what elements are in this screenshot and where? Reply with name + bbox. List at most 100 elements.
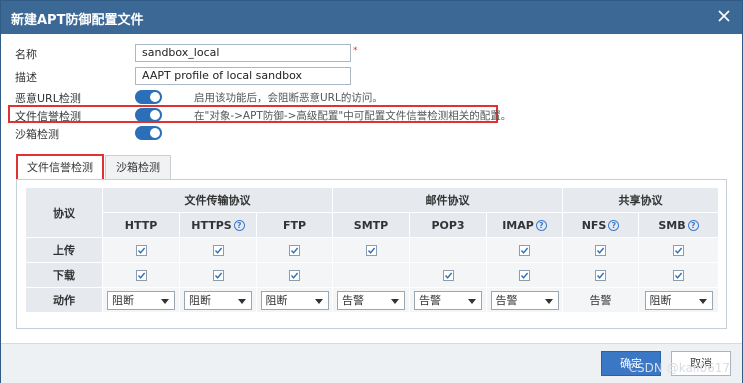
upload-cell-nfs xyxy=(562,237,640,263)
column-label: SMTP xyxy=(353,218,389,232)
upload-cell-imap xyxy=(486,237,564,263)
name-input[interactable]: sandbox_local xyxy=(135,44,351,62)
action-cell-https: 阻断 xyxy=(179,287,257,313)
checkbox[interactable] xyxy=(135,245,147,256)
download-cell-imap xyxy=(486,262,564,288)
upload-cell-http xyxy=(102,237,180,263)
action-select-value: 告警 xyxy=(495,293,518,307)
action-select-value: 告警 xyxy=(419,293,442,307)
dialog-title: 新建APT防御配置文件 xyxy=(11,13,144,28)
download-cell-smb xyxy=(638,262,720,288)
column-label: IMAP xyxy=(502,218,534,232)
toggle-knob xyxy=(150,92,160,102)
checkbox[interactable] xyxy=(212,270,224,281)
upload-cell-smtp xyxy=(332,237,411,263)
upload-cell-pop3 xyxy=(409,237,488,263)
chevron-down-icon xyxy=(468,298,477,304)
malicious-url-hint: 启用该功能后，会阻断恶意URL的访问。 xyxy=(194,92,383,104)
help-icon[interactable]: ? xyxy=(535,220,547,231)
download-cell-https xyxy=(179,262,257,288)
checkbox[interactable] xyxy=(519,245,531,256)
chevron-down-icon xyxy=(161,298,169,304)
checkbox[interactable] xyxy=(442,270,454,281)
chevron-down-icon xyxy=(314,298,323,304)
file-reputation-hint: 在"对象->APT防御->高级配置"中可配置文件信誉检测相关的配置。 xyxy=(194,110,512,122)
help-icon[interactable]: ? xyxy=(608,220,620,231)
column-header-nfs: NFS? xyxy=(562,212,640,238)
column-header-pop3: POP3 xyxy=(409,212,488,238)
action-select[interactable]: 告警 xyxy=(490,290,559,310)
action-select[interactable]: 阻断 xyxy=(644,290,713,310)
file-reputation-toggle[interactable] xyxy=(135,108,162,122)
checkbox[interactable] xyxy=(289,270,300,281)
chevron-down-icon xyxy=(698,298,707,304)
action-select[interactable]: 告警 xyxy=(414,290,483,310)
chevron-down-icon xyxy=(391,298,400,304)
checkbox[interactable] xyxy=(212,245,224,256)
chevron-down-icon xyxy=(238,298,246,304)
column-label: POP3 xyxy=(431,218,465,232)
checkbox[interactable] xyxy=(289,245,300,256)
column-header-imap: IMAP? xyxy=(486,212,564,238)
column-label: HTTP xyxy=(124,218,158,232)
column-header-smtp: SMTP xyxy=(332,212,411,238)
download-cell-pop3 xyxy=(409,262,488,288)
upload-cell-ftp xyxy=(255,237,334,263)
action-cell-pop3: 告警 xyxy=(409,287,488,313)
checkbox[interactable] xyxy=(365,245,377,256)
file-reputation-label: 文件信誉检测 xyxy=(15,110,81,123)
name-label: 名称 xyxy=(15,48,37,61)
description-input[interactable]: AAPT profile of local sandbox xyxy=(135,67,351,85)
protocol-header: 协议 xyxy=(25,187,103,238)
sandbox-label: 沙箱检测 xyxy=(15,128,59,141)
action-cell-imap: 告警 xyxy=(486,287,564,313)
action-select[interactable]: 告警 xyxy=(337,290,406,310)
column-header-https: HTTPS? xyxy=(179,212,257,238)
checkbox[interactable] xyxy=(135,270,147,281)
action-cell-smb: 阻断 xyxy=(638,287,720,313)
column-label: HTTPS xyxy=(191,218,232,232)
close-icon[interactable] xyxy=(714,6,734,26)
help-icon[interactable]: ? xyxy=(233,220,245,231)
tab-highlight-frame xyxy=(16,154,104,181)
checkbox[interactable] xyxy=(595,270,607,281)
sandbox-toggle[interactable] xyxy=(135,126,162,140)
malicious-url-toggle[interactable] xyxy=(135,90,162,104)
watermark: CSDN @kali0617 xyxy=(628,361,730,375)
tab-sandbox[interactable]: 沙箱检测 xyxy=(105,155,171,180)
upload-cell-https xyxy=(179,237,257,263)
checkbox[interactable] xyxy=(673,245,685,256)
action-cell-nfs: 告警 xyxy=(562,287,640,313)
dialog-titlebar: 新建APT防御配置文件 xyxy=(1,1,742,34)
download-label: 下载 xyxy=(25,262,103,288)
action-select[interactable]: 阻断 xyxy=(260,290,329,310)
toggle-knob xyxy=(150,110,160,120)
download-cell-smtp xyxy=(332,262,411,288)
column-label: SMB xyxy=(658,218,686,232)
action-cell-ftp: 阻断 xyxy=(255,287,334,313)
chevron-down-icon xyxy=(544,298,553,304)
checkbox[interactable] xyxy=(673,270,685,281)
action-value: 告警 xyxy=(589,294,612,307)
action-label: 动作 xyxy=(25,287,103,313)
upload-label: 上传 xyxy=(25,237,103,263)
action-select-value: 阻断 xyxy=(189,293,211,307)
help-icon[interactable]: ? xyxy=(687,220,699,231)
action-select-value: 阻断 xyxy=(112,293,134,307)
action-select[interactable]: 阻断 xyxy=(184,290,252,310)
download-cell-nfs xyxy=(562,262,640,288)
column-label: FTP xyxy=(282,218,307,232)
checkbox[interactable] xyxy=(595,245,607,256)
column-header-smb: SMB? xyxy=(638,212,720,238)
action-select-value: 告警 xyxy=(342,293,365,307)
checkbox[interactable] xyxy=(519,270,531,281)
malicious-url-label: 恶意URL检测 xyxy=(15,92,81,105)
description-label: 描述 xyxy=(15,71,37,84)
action-cell-http: 阻断 xyxy=(102,287,180,313)
action-select[interactable]: 阻断 xyxy=(107,290,175,310)
action-select-value: 阻断 xyxy=(265,293,288,307)
download-cell-ftp xyxy=(255,262,334,288)
apt-profile-dialog: 新建APT防御配置文件 名称 sandbox_local * 描述 AAPT p… xyxy=(0,0,743,383)
protocol-table: 协议 文件传输协议 邮件协议 共享协议 HTTP HTTPS? FTP SMTP POP… xyxy=(25,187,720,313)
group-share: 共享协议 xyxy=(562,187,720,213)
